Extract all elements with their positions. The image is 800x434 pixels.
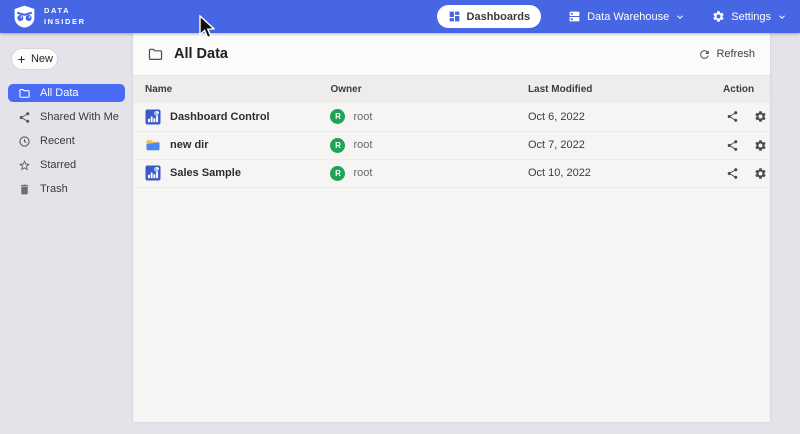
last-modified-date: Oct 10, 2022 — [528, 167, 591, 179]
table-row[interactable]: Sales Sample R root Oct 10, 2022 — [133, 159, 770, 187]
gear-icon[interactable] — [754, 139, 767, 152]
folder-icon — [18, 87, 31, 100]
file-type-icon — [145, 165, 161, 181]
star-icon — [18, 159, 31, 172]
file-name: Dashboard Control — [170, 111, 270, 123]
owner-avatar: R — [330, 166, 345, 181]
sidebar-item-label: Recent — [40, 135, 75, 147]
content-header: All Data Refresh — [133, 33, 770, 76]
table-header-row: Name Owner Last Modified Action — [133, 76, 770, 103]
settings-menu[interactable]: Settings — [712, 10, 787, 23]
files-table: Name Owner Last Modified Action — [133, 76, 770, 188]
sidebar-item-trash[interactable]: Trash — [8, 180, 125, 198]
column-header-action: Action — [719, 76, 770, 103]
new-button[interactable]: New — [11, 48, 58, 70]
folder-icon — [147, 46, 164, 63]
chevron-down-icon — [777, 12, 787, 22]
chevron-down-icon — [675, 12, 685, 22]
last-modified-date: Oct 7, 2022 — [528, 139, 585, 151]
database-icon — [568, 10, 581, 23]
app-logo: DATA INSIDER — [12, 4, 86, 29]
plus-icon — [16, 54, 27, 65]
column-header-last-modified: Last Modified — [528, 76, 719, 103]
sidebar-item-shared-with-me[interactable]: Shared With Me — [8, 108, 125, 126]
gear-icon[interactable] — [754, 110, 767, 123]
column-header-name: Name — [133, 76, 330, 103]
file-type-icon — [145, 109, 161, 125]
file-type-icon — [145, 137, 161, 153]
main-area: All Data Refresh Name Owner Last Modifie… — [133, 33, 800, 434]
owl-logo-icon — [12, 4, 37, 29]
content-card: All Data Refresh Name Owner Last Modifie… — [133, 33, 770, 422]
page-title: All Data — [174, 46, 228, 62]
file-name: new dir — [170, 139, 209, 151]
file-name: Sales Sample — [170, 167, 241, 179]
table-row[interactable]: Dashboard Control R root Oct 6, 2022 — [133, 103, 770, 131]
table-row[interactable]: new dir R root Oct 7, 2022 — [133, 131, 770, 159]
owner-name: root — [353, 167, 372, 179]
sidebar-item-label: Shared With Me — [40, 111, 119, 123]
sidebar-item-label: All Data — [40, 87, 79, 99]
owner-avatar: R — [330, 138, 345, 153]
column-header-owner: Owner — [330, 76, 527, 103]
sidebar-item-recent[interactable]: Recent — [8, 132, 125, 150]
top-navbar: DATA INSIDER Dashboards Data Warehouse S… — [0, 0, 800, 33]
share-icon[interactable] — [726, 110, 739, 123]
data-warehouse-menu[interactable]: Data Warehouse — [568, 10, 685, 23]
sidebar-item-all-data[interactable]: All Data — [8, 84, 125, 102]
refresh-icon — [698, 48, 711, 61]
app-name: DATA INSIDER — [44, 6, 86, 28]
clock-icon — [18, 135, 31, 148]
sidebar: New All Data Shared With Me Recent Starr… — [0, 33, 133, 434]
share-icon[interactable] — [726, 139, 739, 152]
dashboard-icon — [448, 10, 461, 23]
last-modified-date: Oct 6, 2022 — [528, 111, 585, 123]
share-icon[interactable] — [726, 167, 739, 180]
owner-avatar: R — [330, 109, 345, 124]
trash-icon — [18, 183, 31, 196]
share-icon — [18, 111, 31, 124]
sidebar-item-label: Trash — [40, 183, 68, 195]
sidebar-item-starred[interactable]: Starred — [8, 156, 125, 174]
refresh-button[interactable]: Refresh — [698, 48, 755, 61]
gear-icon[interactable] — [754, 167, 767, 180]
sidebar-item-label: Starred — [40, 159, 76, 171]
gear-icon — [712, 10, 725, 23]
owner-name: root — [353, 139, 372, 151]
owner-name: root — [353, 111, 372, 123]
dashboards-button[interactable]: Dashboards — [437, 5, 542, 28]
